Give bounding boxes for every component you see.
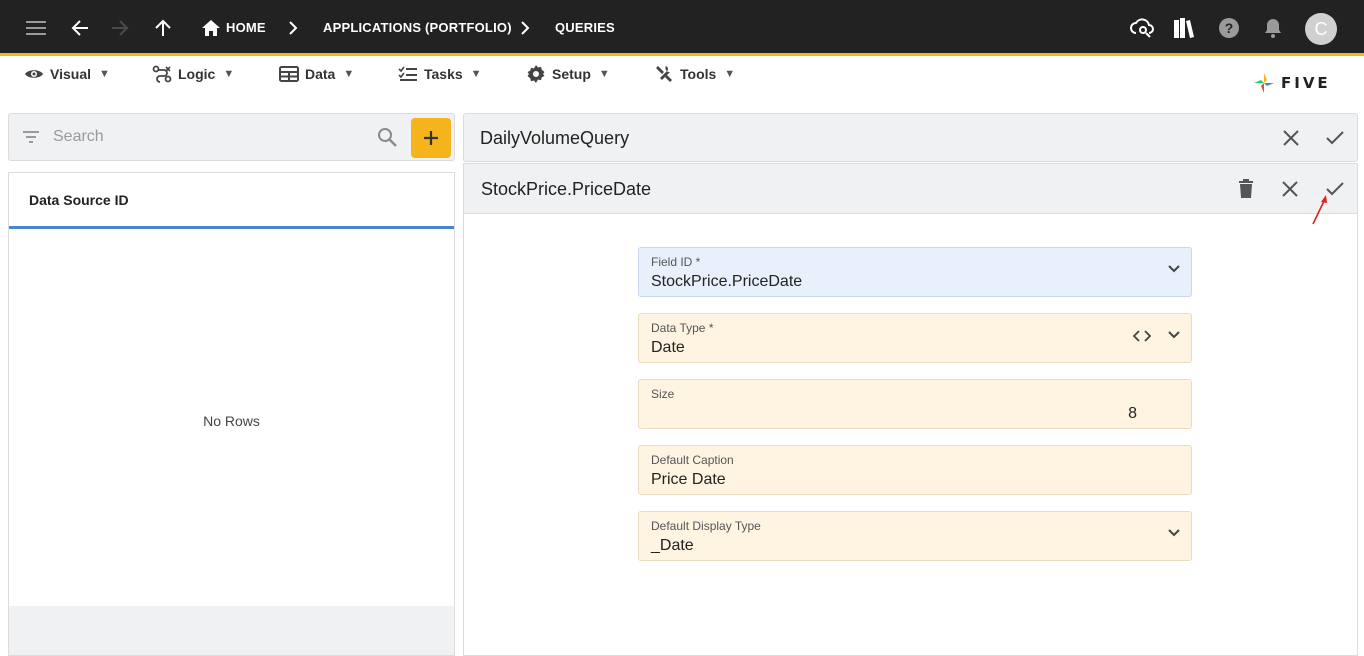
forward-arrow-icon[interactable] xyxy=(108,16,132,40)
five-logo-text: FIVE xyxy=(1281,74,1331,92)
menu-data-label: Data xyxy=(305,66,336,82)
menu-setup[interactable]: Setup ▼ xyxy=(526,63,610,85)
field-title: StockPrice.PriceDate xyxy=(481,179,652,199)
menu-tasks[interactable]: Tasks ▼ xyxy=(398,63,482,85)
field-id-select[interactable]: Field ID * StockPrice.PriceDate xyxy=(638,247,1192,297)
svg-text:?: ? xyxy=(1225,20,1234,36)
gear-icon xyxy=(527,65,545,83)
query-save-button[interactable] xyxy=(1323,126,1347,150)
list-body: Data Source ID No Rows xyxy=(9,173,454,606)
default-display-type-select[interactable]: Default Display Type _Date xyxy=(638,511,1192,561)
plus-icon xyxy=(424,131,438,145)
help-icon[interactable]: ? xyxy=(1217,16,1241,40)
size-value[interactable]: 8 xyxy=(1128,405,1137,423)
menu-tools[interactable]: Tools ▼ xyxy=(654,63,735,85)
query-cancel-button[interactable] xyxy=(1279,126,1303,150)
chevron-down-icon[interactable] xyxy=(1167,526,1181,545)
avatar[interactable]: C xyxy=(1305,13,1337,45)
default-display-type-label: Default Display Type xyxy=(651,519,761,533)
menu-bar: Visual ▼ Logic ▼ Data ▼ Tasks ▼ Setup ▼ … xyxy=(0,57,1364,107)
menu-visual[interactable]: Visual ▼ xyxy=(24,63,110,85)
top-app-bar: HOME APPLICATIONS (PORTFOLIO) QUERIES ? … xyxy=(0,0,1364,56)
cloud-settings-icon[interactable] xyxy=(1130,16,1154,40)
chevron-right-icon xyxy=(285,18,301,38)
query-title: DailyVolumeQuery xyxy=(480,128,630,148)
menu-setup-label: Setup xyxy=(552,66,591,82)
menu-logic[interactable]: Logic ▼ xyxy=(152,63,234,85)
empty-state-text: No Rows xyxy=(203,413,260,429)
caret-down-icon: ▼ xyxy=(343,68,355,80)
default-display-type-value: _Date xyxy=(651,537,694,554)
add-button[interactable] xyxy=(411,118,451,158)
close-icon xyxy=(1282,181,1298,197)
size-label: Size xyxy=(651,387,675,401)
tools-icon xyxy=(656,66,672,82)
menu-tools-label: Tools xyxy=(680,66,717,82)
chevron-down-icon[interactable] xyxy=(1167,328,1181,347)
home-icon[interactable] xyxy=(199,16,223,40)
default-caption-label: Default Caption xyxy=(651,453,734,467)
field-cancel-button[interactable] xyxy=(1278,177,1302,201)
caret-down-icon: ▼ xyxy=(99,68,110,80)
library-icon[interactable] xyxy=(1172,16,1196,40)
breadcrumb-applications[interactable]: APPLICATIONS (PORTFOLIO) xyxy=(323,20,512,35)
field-id-label: Field ID * xyxy=(651,255,701,269)
caret-down-icon: ▼ xyxy=(598,68,610,80)
column-header-label: Data Source ID xyxy=(29,192,129,208)
column-header[interactable]: Data Source ID xyxy=(9,173,454,229)
delete-button[interactable] xyxy=(1234,177,1258,201)
data-type-label: Data Type * xyxy=(651,321,714,335)
bell-icon[interactable] xyxy=(1261,16,1285,40)
search-input[interactable]: Search xyxy=(53,128,104,146)
five-logo: FIVE xyxy=(1253,72,1331,94)
tasks-icon xyxy=(398,66,417,81)
caret-down-icon: ▼ xyxy=(470,68,482,80)
data-list: Data Source ID No Rows xyxy=(8,172,455,656)
search-icon[interactable] xyxy=(376,126,398,153)
up-arrow-icon[interactable] xyxy=(151,16,175,40)
filter-icon[interactable] xyxy=(21,127,41,152)
check-icon xyxy=(1326,131,1344,145)
logic-icon xyxy=(152,65,172,83)
breadcrumb-home[interactable]: HOME xyxy=(226,20,266,35)
close-icon xyxy=(1283,130,1299,146)
caret-down-icon: ▼ xyxy=(724,68,736,80)
left-list-panel: Search Data Source ID No Rows xyxy=(8,113,455,656)
default-caption-field[interactable]: Default Caption Price Date xyxy=(638,445,1192,495)
back-arrow-icon[interactable] xyxy=(68,16,92,40)
field-header: StockPrice.PriceDate xyxy=(464,164,1357,214)
eye-icon xyxy=(25,70,43,78)
annotation-arrow-icon xyxy=(1310,193,1330,232)
trash-icon xyxy=(1239,179,1253,198)
menu-icon[interactable] xyxy=(24,16,48,40)
query-header: DailyVolumeQuery xyxy=(463,113,1358,162)
table-icon xyxy=(279,66,299,82)
field-id-value: StockPrice.PriceDate xyxy=(651,273,803,290)
code-icon[interactable] xyxy=(1132,329,1152,348)
caret-down-icon: ▼ xyxy=(223,68,235,80)
five-logo-mark-icon xyxy=(1254,73,1274,93)
chevron-right-icon xyxy=(517,18,533,38)
menu-tasks-label: Tasks xyxy=(424,66,463,82)
menu-logic-label: Logic xyxy=(178,66,216,82)
search-bar: Search xyxy=(8,113,455,161)
menu-visual-label: Visual xyxy=(50,66,91,82)
size-field[interactable]: Size 8 xyxy=(638,379,1192,429)
default-caption-value[interactable]: Price Date xyxy=(651,471,726,489)
menu-data[interactable]: Data ▼ xyxy=(279,63,354,85)
data-type-select[interactable]: Data Type * Date xyxy=(638,313,1192,363)
breadcrumb-queries[interactable]: QUERIES xyxy=(555,20,615,35)
chevron-down-icon[interactable] xyxy=(1167,262,1181,281)
field-form-panel: StockPrice.PriceDate Field ID * StockPri… xyxy=(463,163,1358,656)
data-type-value: Date xyxy=(651,339,685,356)
